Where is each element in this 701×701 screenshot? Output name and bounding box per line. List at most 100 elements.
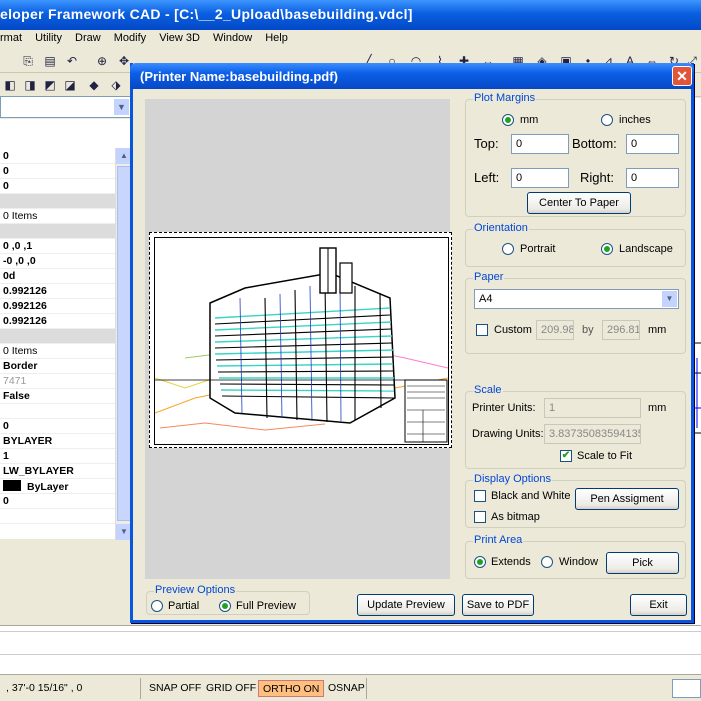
status-input[interactable] [672, 679, 701, 698]
view-cube-icon[interactable]: ◧ [2, 77, 18, 93]
property-row[interactable]: 0 Items [0, 209, 115, 224]
property-row[interactable]: ByLayer [0, 479, 115, 494]
display-options-title: Display Options [473, 473, 553, 485]
property-row[interactable]: 0.992126 [0, 314, 115, 329]
property-row[interactable] [0, 194, 115, 209]
command-line-area[interactable] [0, 625, 701, 674]
extends-radio[interactable] [474, 556, 486, 568]
bottom-margin-input[interactable]: 0 [626, 134, 679, 154]
drawing-units-input[interactable]: 3.83735083594135 [544, 424, 641, 444]
center-to-paper-button[interactable]: Center To Paper [527, 192, 631, 214]
properties-scrollbar[interactable]: ▲ ▼ [115, 148, 132, 540]
property-row[interactable]: 0.992126 [0, 284, 115, 299]
property-row[interactable] [0, 404, 115, 419]
view-front-icon[interactable]: ◨ [22, 77, 38, 93]
property-row[interactable]: 0d [0, 269, 115, 284]
grid-toggle[interactable]: GRID OFF [202, 680, 260, 697]
property-row[interactable]: 0 [0, 494, 115, 509]
menu-draw[interactable]: Draw [75, 30, 111, 44]
osnap-toggle[interactable]: OSNAP [324, 680, 369, 697]
menu-view3d[interactable]: View 3D [159, 30, 210, 44]
property-row[interactable]: 0 [0, 419, 115, 434]
view-iso-icon[interactable]: ◆ [86, 77, 102, 93]
update-preview-button[interactable]: Update Preview [357, 594, 455, 616]
partial-radio[interactable] [151, 600, 163, 612]
building-drawing-icon [154, 247, 449, 443]
property-row[interactable]: BYLAYER [0, 434, 115, 449]
property-row[interactable]: 0 [0, 149, 115, 164]
property-row[interactable] [0, 329, 115, 344]
property-row[interactable]: 7471 [0, 374, 115, 389]
ortho-toggle[interactable]: ORTHO ON [258, 680, 325, 697]
property-row[interactable]: 0 [0, 179, 115, 194]
inches-label: inches [619, 114, 651, 126]
property-row[interactable]: -0 ,0 ,0 [0, 254, 115, 269]
paste-icon[interactable]: ▤ [42, 53, 58, 69]
top-margin-input[interactable]: 0 [511, 134, 569, 154]
undo-icon[interactable]: ↶ [64, 53, 80, 69]
menu-format[interactable]: rmat [0, 30, 32, 44]
property-row[interactable] [0, 509, 115, 524]
property-row[interactable] [0, 224, 115, 239]
inches-radio[interactable] [601, 114, 613, 126]
app-titlebar: eloper Framework CAD - [C:\__2_Upload\ba… [0, 0, 701, 30]
portrait-radio[interactable] [502, 243, 514, 255]
property-value: 0.992126 [3, 300, 47, 312]
menu-help[interactable]: Help [265, 30, 298, 44]
custom-paper-checkbox[interactable] [476, 324, 488, 336]
snap-toggle[interactable]: SNAP OFF [145, 680, 205, 697]
property-row[interactable]: 1 [0, 449, 115, 464]
custom-paper-label: Custom [494, 324, 532, 336]
full-preview-label: Full Preview [236, 600, 296, 612]
save-to-pdf-button[interactable]: Save to PDF [462, 594, 534, 616]
property-row[interactable]: 0 [0, 164, 115, 179]
bottom-margin-label: Bottom: [572, 136, 617, 151]
property-row[interactable]: Border [0, 359, 115, 374]
menu-utility[interactable]: Utility [35, 30, 72, 44]
property-row[interactable]: False [0, 389, 115, 404]
paper-size-value: A4 [479, 293, 493, 305]
paper-width-input[interactable]: 209.98 [536, 320, 574, 340]
pen-assignment-button[interactable]: Pen Assigment [575, 488, 679, 510]
color-swatch-icon [3, 480, 21, 491]
paper-size-select[interactable]: A4 ▼ [474, 289, 679, 309]
view-shade-icon[interactable]: ⬗ [108, 77, 124, 93]
property-value: 0 [3, 180, 9, 192]
right-margin-label: Right: [580, 170, 614, 185]
pick-button[interactable]: Pick [606, 552, 679, 574]
chevron-down-icon[interactable]: ▼ [662, 291, 677, 307]
window-radio[interactable] [541, 556, 553, 568]
property-row[interactable]: 0 ,0 ,1 [0, 239, 115, 254]
landscape-radio[interactable] [601, 243, 613, 255]
paper-height-input[interactable]: 296.81 [602, 320, 640, 340]
full-preview-radio[interactable] [219, 600, 231, 612]
preview-options-group: Preview Options Partial Full Preview [146, 584, 310, 615]
property-row[interactable]: 0 Items [0, 344, 115, 359]
as-bitmap-checkbox[interactable] [474, 511, 486, 523]
close-icon[interactable]: ✕ [672, 66, 692, 86]
portrait-label: Portrait [520, 243, 556, 255]
property-value: 1 [3, 450, 9, 462]
exit-button[interactable]: Exit [630, 594, 687, 616]
property-row[interactable]: LW_BYLAYER [0, 464, 115, 479]
chevron-down-icon[interactable]: ▼ [114, 99, 129, 115]
drawing-canvas-edge[interactable] [694, 98, 701, 625]
menu-modify[interactable]: Modify [114, 30, 156, 44]
property-value: 0 Items [3, 210, 38, 222]
right-margin-input[interactable]: 0 [626, 168, 679, 188]
view-side-icon[interactable]: ◪ [62, 77, 78, 93]
scale-title: Scale [473, 384, 503, 396]
scale-to-fit-checkbox[interactable]: ✔ [560, 450, 572, 462]
printer-units-input[interactable]: 1 [544, 398, 641, 418]
left-margin-input[interactable]: 0 [511, 168, 569, 188]
zoom-icon[interactable]: ⊕ [94, 53, 110, 69]
view-top-icon[interactable]: ◩ [42, 77, 58, 93]
black-and-white-checkbox[interactable] [474, 490, 486, 502]
property-row[interactable]: 0.992126 [0, 299, 115, 314]
scroll-thumb[interactable] [117, 166, 131, 521]
mm-radio[interactable] [502, 114, 514, 126]
menu-window[interactable]: Window [213, 30, 262, 44]
plot-margins-group: Plot Margins mm inches Top: 0 Bottom: 0 … [465, 92, 686, 217]
properties-object-selector[interactable]: ▼ [0, 96, 132, 118]
copy-icon[interactable]: ⎘ [20, 53, 36, 69]
